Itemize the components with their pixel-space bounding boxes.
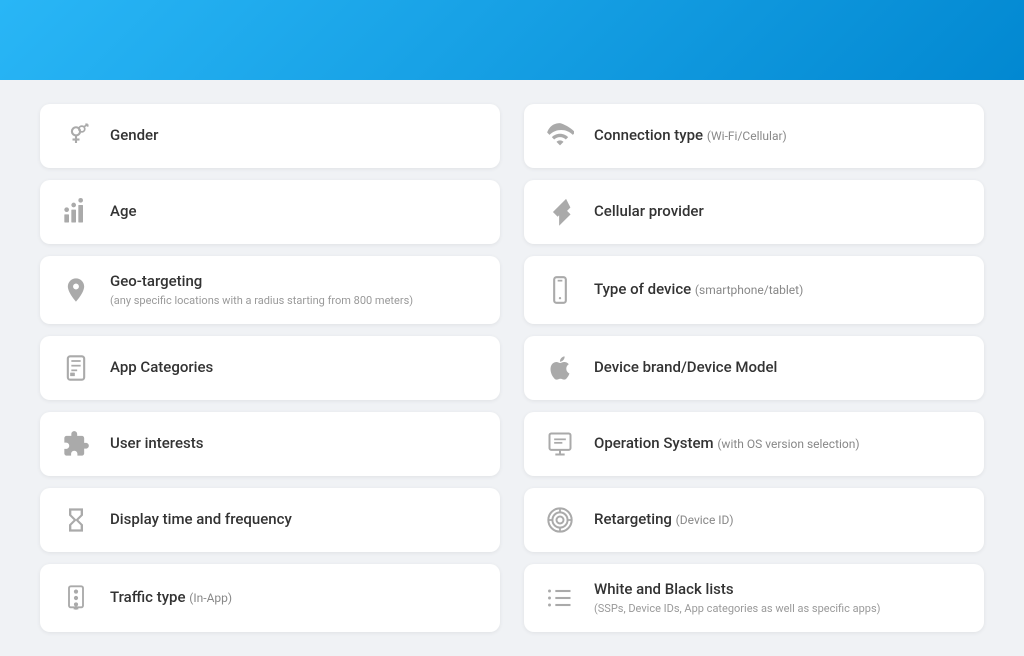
card-age: Age xyxy=(40,180,500,244)
card-display-time: Display time and frequency xyxy=(40,488,500,552)
card-text-connection-type: Connection type (Wi-Fi/Cellular) xyxy=(594,126,787,146)
card-text-retargeting: Retargeting (Device ID) xyxy=(594,510,734,530)
card-text-geo: Geo-targeting (any specific locations wi… xyxy=(110,272,413,308)
card-operation-system: Operation System (with OS version select… xyxy=(524,412,984,476)
card-text-user-interests: User interests xyxy=(110,434,203,454)
card-label-display-time: Display time and frequency xyxy=(110,510,292,530)
card-retargeting: Retargeting (Device ID) xyxy=(524,488,984,552)
app-icon xyxy=(58,350,94,386)
card-text-age: Age xyxy=(110,202,136,222)
card-label-operation-system: Operation System (with OS version select… xyxy=(594,434,860,454)
main-content: Gender Connection type (Wi-Fi/Cellular) xyxy=(0,80,1024,656)
card-text-type-of-device: Type of device (smartphone/tablet) xyxy=(594,280,803,300)
hourglass-icon xyxy=(58,502,94,538)
cellular-icon xyxy=(542,194,578,230)
card-text-gender: Gender xyxy=(110,126,158,146)
card-label-retargeting: Retargeting (Device ID) xyxy=(594,510,734,530)
list-icon xyxy=(542,580,578,616)
card-user-interests: User interests xyxy=(40,412,500,476)
target-icon xyxy=(542,502,578,538)
card-label-traffic-type: Traffic type (In-App) xyxy=(110,588,232,608)
card-label-white-black-lists: White and Black lists xyxy=(594,580,880,600)
card-text-operation-system: Operation System (with OS version select… xyxy=(594,434,860,454)
traffic-icon xyxy=(58,580,94,616)
card-text-display-time: Display time and frequency xyxy=(110,510,292,530)
puzzle-icon xyxy=(58,426,94,462)
card-label-type-of-device: Type of device (smartphone/tablet) xyxy=(594,280,803,300)
page-header xyxy=(0,0,1024,80)
card-text-app-categories: App Categories xyxy=(110,358,213,378)
age-icon xyxy=(58,194,94,230)
card-device-brand: Device brand/Device Model xyxy=(524,336,984,400)
card-app-categories: App Categories xyxy=(40,336,500,400)
gender-icon xyxy=(58,118,94,154)
apple-icon xyxy=(542,350,578,386)
os-icon xyxy=(542,426,578,462)
card-type-of-device: Type of device (smartphone/tablet) xyxy=(524,256,984,324)
card-label-connection-type: Connection type (Wi-Fi/Cellular) xyxy=(594,126,787,146)
card-label-cellular-provider: Cellular provider xyxy=(594,202,704,222)
card-label-user-interests: User interests xyxy=(110,434,203,454)
card-text-device-brand: Device brand/Device Model xyxy=(594,358,777,378)
card-label-geo: Geo-targeting xyxy=(110,272,413,292)
card-label-device-brand: Device brand/Device Model xyxy=(594,358,777,378)
card-connection-type: Connection type (Wi-Fi/Cellular) xyxy=(524,104,984,168)
card-label-app-categories: App Categories xyxy=(110,358,213,378)
card-label-gender: Gender xyxy=(110,126,158,146)
card-geo: Geo-targeting (any specific locations wi… xyxy=(40,256,500,324)
card-text-white-black-lists: White and Black lists (SSPs, Device IDs,… xyxy=(594,580,880,616)
card-sub-white-black-lists: (SSPs, Device IDs, App categories as wel… xyxy=(594,602,880,616)
card-cellular-provider: Cellular provider xyxy=(524,180,984,244)
geo-icon xyxy=(58,272,94,308)
card-text-traffic-type: Traffic type (In-App) xyxy=(110,588,232,608)
wifi-icon xyxy=(542,118,578,154)
card-traffic-type: Traffic type (In-App) xyxy=(40,564,500,632)
card-text-cellular-provider: Cellular provider xyxy=(594,202,704,222)
card-gender: Gender xyxy=(40,104,500,168)
card-white-black-lists: White and Black lists (SSPs, Device IDs,… xyxy=(524,564,984,632)
card-label-age: Age xyxy=(110,202,136,222)
phone-icon xyxy=(542,272,578,308)
card-sub-geo: (any specific locations with a radius st… xyxy=(110,294,413,308)
